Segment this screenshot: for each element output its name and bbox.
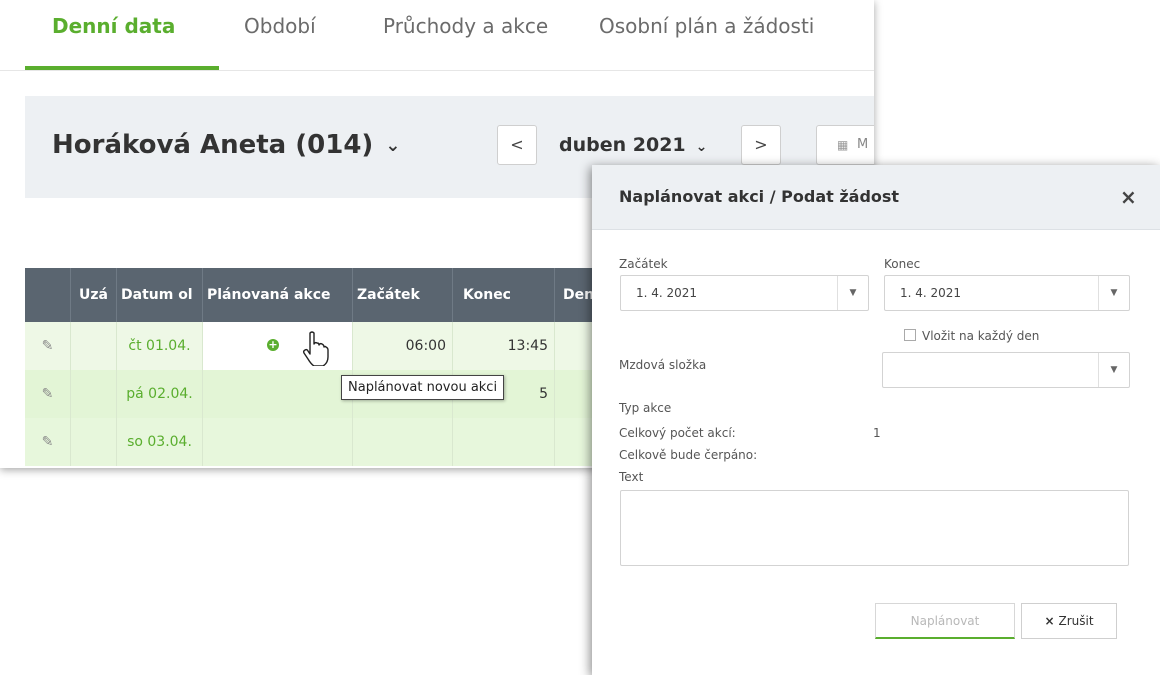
end-label: Konec <box>884 257 921 271</box>
tab-bar: Denní data Období Průchody a akce Osobní… <box>0 0 874 71</box>
calendar-button[interactable]: ▦ M <box>816 125 874 165</box>
tab-osobni-plan[interactable]: Osobní plán a žádosti <box>599 14 814 38</box>
total-draw-label: Celkově bude čerpáno: <box>619 448 758 462</box>
end-date-value: 1. 4. 2021 <box>900 286 962 300</box>
hand-cursor-icon <box>300 330 330 370</box>
dropdown-caret-icon: ▼ <box>1098 276 1129 310</box>
tab-obdobi[interactable]: Období <box>244 14 316 38</box>
calendar-button-label: M <box>857 137 869 152</box>
text-area[interactable] <box>620 490 1129 566</box>
start-label: Začátek <box>619 257 668 271</box>
column-header-planovana-akce[interactable]: Plánovaná akce <box>203 268 353 322</box>
close-icon[interactable]: × <box>1120 185 1137 209</box>
month-label: duben 2021 <box>559 134 686 156</box>
column-header-konec[interactable]: Konec <box>453 268 555 322</box>
date-cell: čt 01.04. <box>117 322 203 370</box>
uza-cell <box>71 370 117 418</box>
pencil-icon[interactable]: ✎ <box>25 418 71 466</box>
wage-component-label: Mzdová složka <box>619 358 707 372</box>
plan-action-dialog: Naplánovat akci / Podat žádost × Začátek… <box>592 165 1160 675</box>
planned-action-cell <box>203 370 353 418</box>
end-cell <box>453 418 555 466</box>
dialog-header: Naplánovat akci / Podat žádost × <box>592 165 1160 230</box>
uza-cell <box>71 418 117 466</box>
chevron-down-icon: ⌄ <box>695 139 708 155</box>
month-selector[interactable]: duben 2021 ⌄ <box>559 134 707 156</box>
text-label: Text <box>619 470 644 484</box>
prev-month-button[interactable]: < <box>497 125 537 165</box>
uza-cell <box>71 322 117 370</box>
close-icon: × <box>1044 614 1055 628</box>
add-action-icon[interactable]: + <box>267 339 279 351</box>
wage-component-select[interactable]: ▼ <box>882 352 1130 388</box>
end-date-select[interactable]: 1. 4. 2021 ▼ <box>884 275 1130 311</box>
end-cell: 13:45 <box>453 322 555 370</box>
total-actions-value: 1 <box>873 426 881 440</box>
cancel-button[interactable]: × Zrušit <box>1021 603 1117 639</box>
start-date-value: 1. 4. 2021 <box>636 286 698 300</box>
start-cell: 06:00 <box>353 322 453 370</box>
every-day-checkbox[interactable]: Vložit na každý den <box>904 329 1039 343</box>
column-header-zacatek[interactable]: Začátek <box>353 268 453 322</box>
total-actions-label: Celkový počet akcí: <box>619 426 736 440</box>
start-date-select[interactable]: 1. 4. 2021 ▼ <box>620 275 869 311</box>
dropdown-caret-icon: ▼ <box>837 276 868 310</box>
next-month-button[interactable]: > <box>741 125 781 165</box>
date-cell: pá 02.04. <box>117 370 203 418</box>
start-cell <box>353 418 453 466</box>
plan-button[interactable]: Naplánovat <box>875 603 1015 639</box>
pencil-icon[interactable]: ✎ <box>25 370 71 418</box>
column-header-datum[interactable]: Datum ol <box>117 268 203 322</box>
person-selector[interactable]: Horáková Aneta (014) ⌄ <box>52 130 400 160</box>
dialog-title: Naplánovat akci / Podat žádost <box>619 187 900 206</box>
cancel-button-label: Zrušit <box>1058 614 1094 628</box>
date-cell: so 03.04. <box>117 418 203 466</box>
every-day-label: Vložit na každý den <box>922 329 1040 343</box>
column-header-edit <box>25 268 71 322</box>
tab-denni-data[interactable]: Denní data <box>52 14 175 38</box>
planned-action-cell <box>203 418 353 466</box>
action-type-label: Typ akce <box>619 401 672 415</box>
dropdown-caret-icon: ▼ <box>1098 353 1129 387</box>
chevron-down-icon: ⌄ <box>385 135 401 156</box>
planned-action-cell: + <box>203 322 353 370</box>
column-header-uza[interactable]: Uzá <box>71 268 117 322</box>
active-tab-indicator <box>25 66 219 70</box>
tooltip: Naplánovat novou akci <box>341 375 505 400</box>
checkbox-box <box>904 329 916 341</box>
calendar-icon: ▦ <box>837 138 849 152</box>
person-name: Horáková Aneta (014) <box>52 130 374 160</box>
tab-pruchody-a-akce[interactable]: Průchody a akce <box>383 14 548 38</box>
pencil-icon[interactable]: ✎ <box>25 322 71 370</box>
